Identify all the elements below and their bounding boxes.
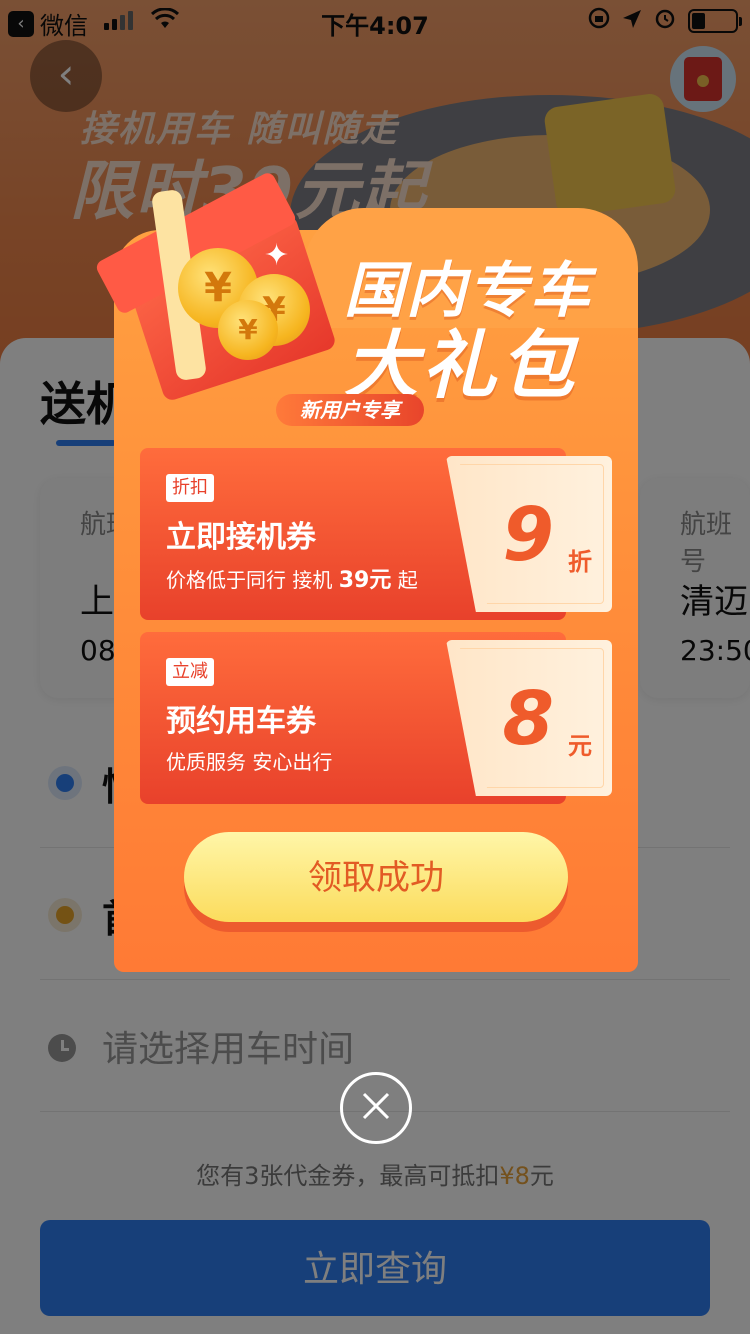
gift-pack-popup: ¥ ¥ ¥ ✦ 国内专车 大礼包 新用户专享 折扣 立即接机券 价格低于同行 接… (94, 170, 638, 972)
coupon-discount: 折扣 立即接机券 价格低于同行 接机 39元 起 9 折 (140, 448, 612, 620)
coupon-unit: 元 (568, 732, 592, 760)
coupon-value: 8 (502, 676, 555, 762)
coupon-value: 9 (502, 492, 555, 578)
close-popup-button[interactable] (340, 1072, 412, 1144)
coupon-tag: 立减 (166, 658, 214, 686)
coupon-name: 立即接机券 (166, 520, 316, 555)
coupon-unit: 折 (568, 548, 592, 576)
coupon-tag: 折扣 (166, 474, 214, 502)
coupon-description: 优质服务 安心出行 (166, 750, 333, 774)
new-user-badge: 新用户专享 (276, 394, 424, 426)
coupon-description: 价格低于同行 接机 39元 起 (166, 562, 418, 594)
coupon-name: 预约用车券 (166, 704, 316, 739)
claim-success-button[interactable]: 领取成功 (184, 832, 568, 922)
coupon-desc-suffix: 起 (391, 568, 418, 592)
sparkle-icon: ✦ (264, 238, 290, 273)
coupon-reduction: 立减 预约用车券 优质服务 安心出行 8 元 (140, 632, 612, 804)
close-icon (360, 1090, 392, 1126)
yuan-coin-icon: ¥ (218, 300, 278, 360)
coupon-desc-text: 价格低于同行 接机 (166, 568, 339, 592)
coupon-desc-price: 39元 (338, 568, 392, 593)
